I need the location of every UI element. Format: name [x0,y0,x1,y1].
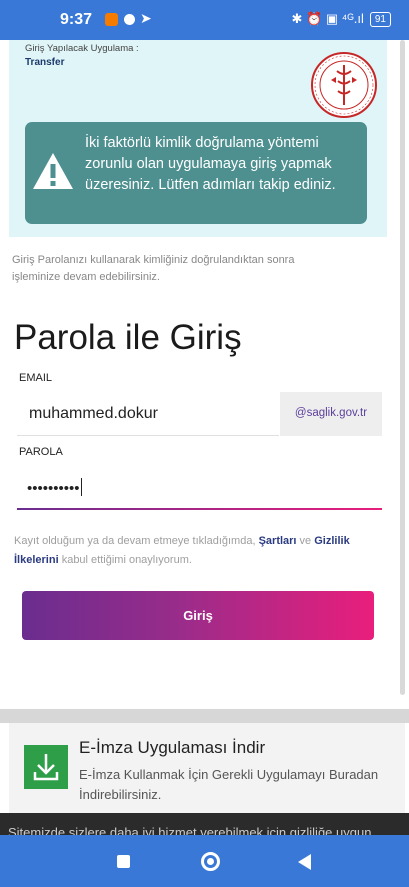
terms-middle: ve [296,535,315,547]
password-underline [17,508,382,510]
email-domain-suffix: @saglik.gov.tr [280,392,382,436]
text-caret [80,478,83,496]
password-label: PAROLA [19,446,63,458]
page-title: Parola ile Giriş [14,318,242,357]
esign-title: E-İmza Uygulaması İndir [79,738,266,757]
terms-link[interactable]: Şartları [259,535,297,547]
app-info-card: Giriş Yapılacak Uygulama : Transfer İki … [9,40,387,237]
back-icon[interactable] [298,854,311,870]
terms-suffix: kabul ettiğimi onaylıyorum. [58,554,192,566]
login-button[interactable]: Giriş [22,591,374,640]
alert-text: İki faktörlü kimlik doğrulama yöntemi zo… [85,135,336,193]
download-icon [24,745,68,789]
info-text: Giriş Parolanızı kullanarak kimliğiniz d… [12,254,295,283]
ministry-seal-icon [311,52,377,118]
terms-text: Kayıt olduğum ya da devam etmeye tıkladı… [14,532,364,570]
dot-icon [124,14,135,25]
send-icon: ➤ [140,10,152,26]
password-value: •••••••••• [27,480,80,497]
section-divider [0,709,409,723]
status-icons: ✱ ⏰ ▣ ⁴ᴳ.ıl 91 [292,11,391,27]
esign-subtitle: E-İmza Kullanmak İçin Gerekli Uygulamayı… [79,767,379,802]
system-nav-bar [0,835,409,887]
terms-prefix: Kayıt olduğum ya da devam etmeye tıkladı… [14,535,259,547]
status-bar: 9:37 ➤ ✱ ⏰ ▣ ⁴ᴳ.ıl 91 [0,0,409,40]
password-input[interactable]: •••••••••• [17,466,382,508]
scrollbar[interactable] [400,40,405,695]
notification-icon [105,13,118,26]
status-time: 9:37 [60,11,93,28]
battery-icon: 91 [369,11,391,27]
email-label: EMAIL [19,372,53,384]
esign-download-card[interactable]: E-İmza Uygulaması İndir E-İmza Kullanmak… [9,723,405,813]
email-input[interactable]: muhammed.dokur [17,392,279,436]
app-name: Transfer [25,57,65,68]
app-label: Giriş Yapılacak Uygulama : [25,43,139,54]
warning-icon [33,153,73,189]
two-factor-alert: İki faktörlü kimlik doğrulama yöntemi zo… [25,122,367,224]
home-icon[interactable] [201,852,220,871]
status-right-icons: ✱ ⏰ ▣ ⁴ᴳ.ıl [291,11,364,26]
recents-icon[interactable] [117,855,130,868]
